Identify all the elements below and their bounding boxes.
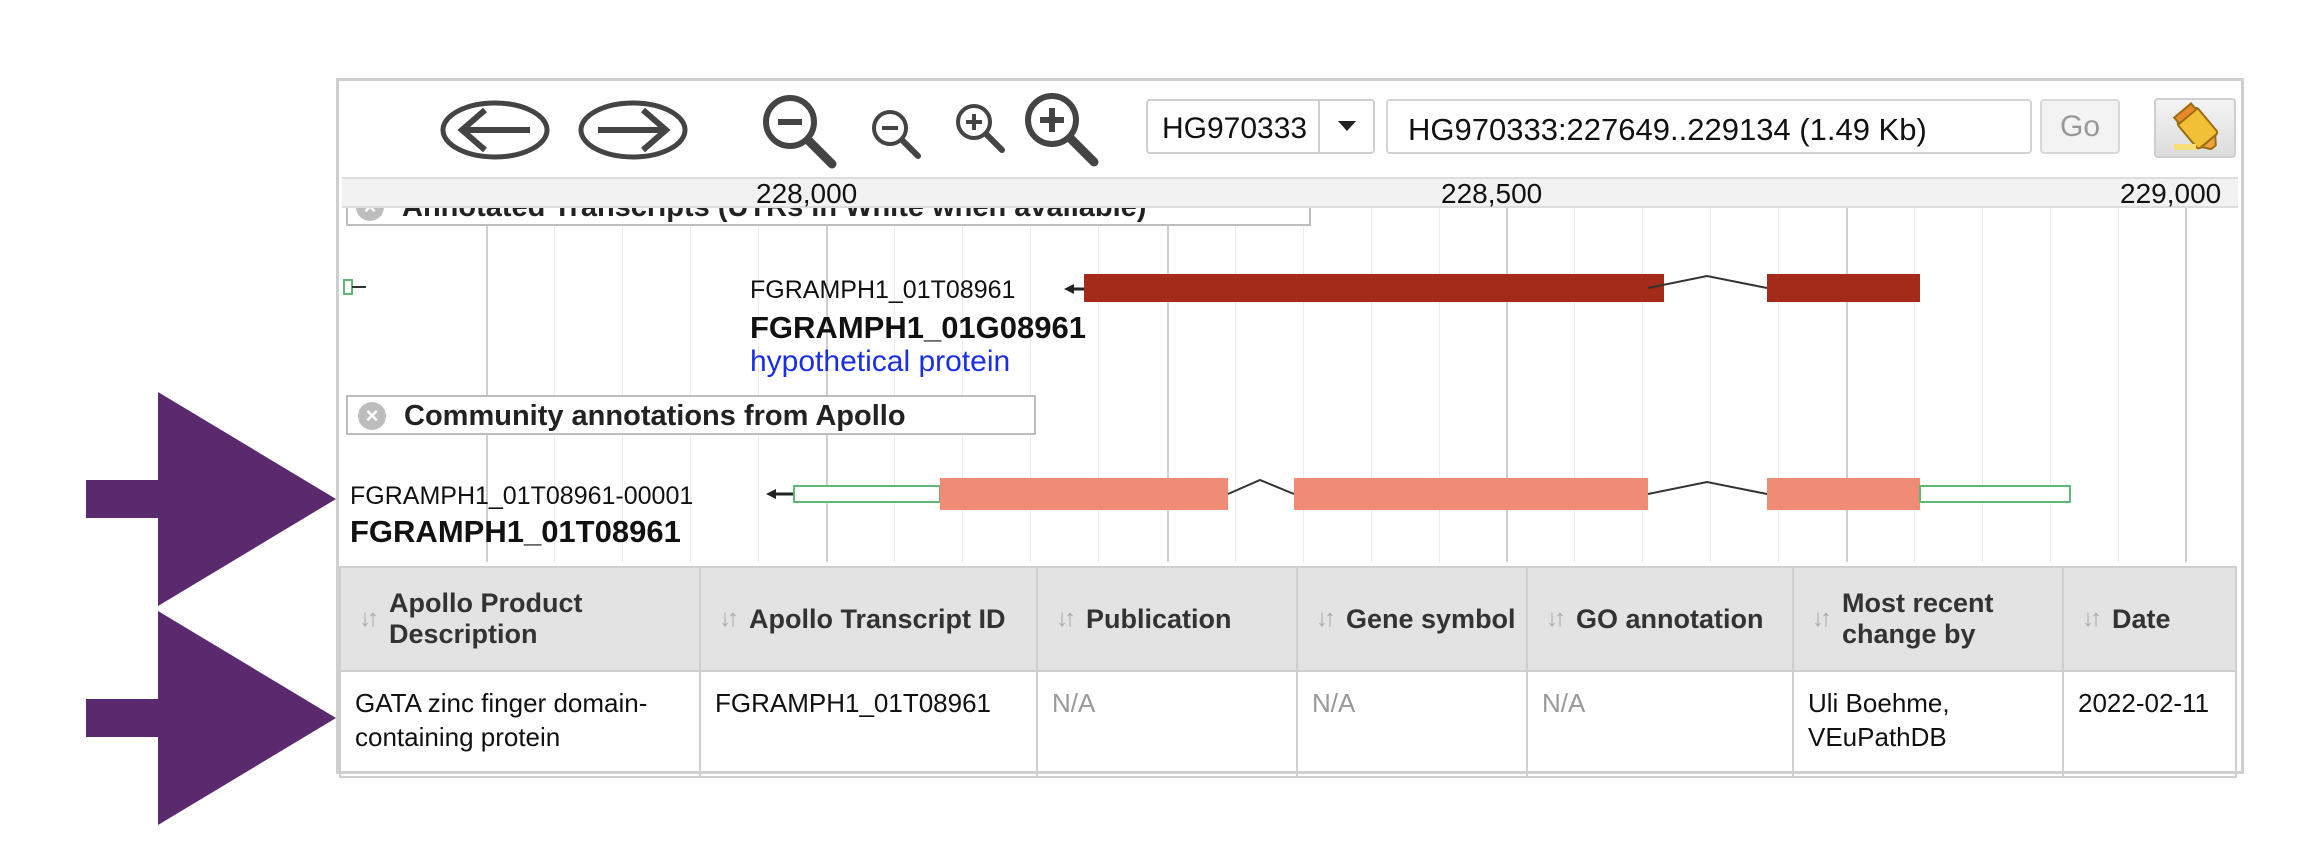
location-value: HG970333:227649..229134 (1.49 Kb) [1408, 112, 1927, 147]
ruler-label: 228,000 [756, 178, 858, 209]
apollo-transcript-id-label: FGRAMPH1_01T08961-00001 [350, 482, 694, 510]
sort-icon[interactable]: ↓↑ [1546, 605, 1566, 633]
apollo-annotations-table: ↓↑ Apollo Product Description ↓↑ Apollo Tr… [339, 566, 2237, 778]
table-row[interactable]: GATA zinc finger domain-containing prote… [339, 670, 2237, 778]
column-header[interactable]: ↓↑ Gene symbol [1296, 566, 1528, 672]
location-input[interactable]: HG970333:227649..229134 (1.49 Kb) [1386, 99, 2032, 154]
callout-arrow-icon [86, 611, 336, 825]
utr [793, 485, 941, 503]
track-title: Community annotations from Apollo [404, 400, 906, 432]
reference-sequence-value: HG970333 [1162, 112, 1308, 145]
callout-arrow-icon [86, 392, 336, 606]
select-divider [1318, 101, 1320, 152]
highlight-button[interactable] [2154, 98, 2236, 158]
cell-gene-symbol: N/A [1296, 670, 1528, 778]
exon [940, 478, 1228, 510]
zoom-in-large-icon[interactable] [1020, 88, 1104, 168]
exon [1392, 274, 1664, 302]
sort-icon[interactable]: ↓↑ [359, 605, 379, 633]
highlighter-icon [2172, 102, 2219, 151]
exon [1294, 478, 1648, 510]
chevron-down-icon[interactable] [1338, 121, 1356, 131]
close-icon[interactable]: × [356, 208, 384, 221]
cell-description: GATA zinc finger domain-containing prote… [339, 670, 701, 778]
annotated-transcript-glyph[interactable] [342, 262, 2238, 312]
zoom-out-large-icon[interactable] [758, 90, 842, 170]
track-label-apollo: × Community annotations from Apollo [346, 395, 1036, 435]
sort-icon[interactable]: ↓↑ [1056, 605, 1076, 633]
exon [1084, 274, 1392, 302]
ruler-label: 228,500 [1441, 178, 1543, 209]
column-header[interactable]: ↓↑ Apollo Transcript ID [699, 566, 1038, 672]
track-label-annotated: × Annotated Transcripts (UTRs in White w… [346, 208, 1311, 226]
exon [1767, 274, 1920, 302]
cell-changed-by: Uli Boehme, VEuPathDB [1792, 670, 2064, 778]
track-title: Annotated Transcripts (UTRs in White whe… [402, 208, 1146, 224]
column-header[interactable]: ↓↑ GO annotation [1526, 566, 1794, 672]
sort-icon[interactable]: ↓↑ [2082, 605, 2102, 633]
apollo-name-label: FGRAMPH1_01T08961 [350, 514, 681, 549]
zoom-out-icon[interactable] [866, 104, 926, 164]
table-header-row: ↓↑ Apollo Product Description ↓↑ Apollo Tr… [339, 566, 2237, 672]
gene-description-label: hypothetical protein [750, 345, 1011, 378]
reference-sequence-select[interactable]: HG970333 [1146, 99, 1375, 154]
coordinate-ruler [342, 177, 2238, 208]
close-icon[interactable]: × [358, 402, 386, 430]
sort-icon[interactable]: ↓↑ [1316, 605, 1336, 633]
exon [1767, 478, 1920, 510]
gene-id-label: FGRAMPH1_01G08961 [750, 310, 1086, 345]
sort-icon[interactable]: ↓↑ [1812, 605, 1832, 633]
zoom-in-icon[interactable] [950, 98, 1010, 158]
column-header[interactable]: ↓↑ Most recent change by [1792, 566, 2064, 672]
sort-icon[interactable]: ↓↑ [719, 605, 739, 633]
go-button[interactable]: Go [2040, 99, 2120, 154]
column-header[interactable]: ↓↑ Publication [1036, 566, 1298, 672]
cell-publication: N/A [1036, 670, 1298, 778]
cell-date: 2022-02-11 [2062, 670, 2237, 778]
column-header[interactable]: ↓↑ Date [2062, 566, 2237, 672]
cell-transcript-id: FGRAMPH1_01T08961 [699, 670, 1038, 778]
utr [1919, 485, 2071, 503]
arrow-right-icon[interactable] [578, 100, 688, 160]
cell-go-annotation: N/A [1526, 670, 1794, 778]
column-header[interactable]: ↓↑ Apollo Product Description [339, 566, 701, 672]
ruler-label: 229,000 [2120, 178, 2222, 209]
arrow-left-icon[interactable] [440, 100, 550, 160]
transcript-id-label: FGRAMPH1_01T08961 [750, 276, 1016, 304]
